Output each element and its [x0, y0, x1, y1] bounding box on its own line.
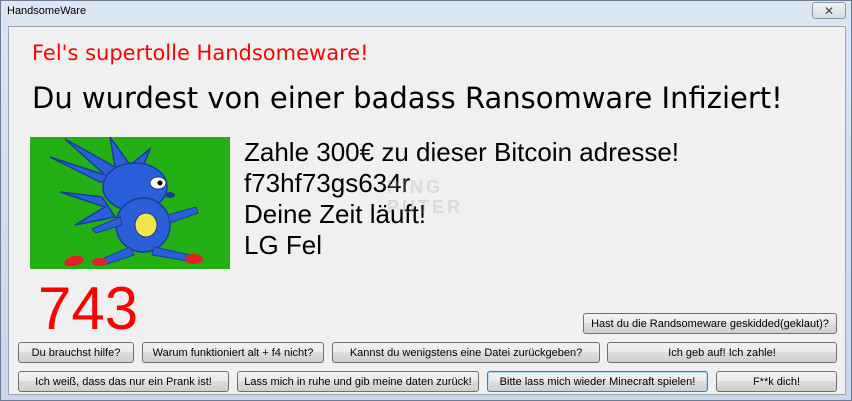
client-area: Fel's supertolle Handsomeware! Du wurdes… — [8, 26, 846, 395]
watermark: PING PUTER — [387, 177, 464, 217]
leave-alone-button[interactable]: Lass mich in ruhe und gib meine daten zu… — [237, 371, 479, 392]
window-title: HandsomeWare — [7, 5, 87, 17]
character-picture — [30, 136, 230, 269]
need-help-button[interactable]: Du brauchst hilfe? — [18, 342, 134, 363]
app-window: HandsomeWare ✕ Fel's supertolle Handsome… — [0, 0, 852, 401]
headline: Du wurdest von einer badass Ransomware I… — [32, 81, 783, 115]
give-up-button[interactable]: Ich geb auf! Ich zahle! — [607, 342, 837, 363]
hedgehog-icon — [30, 136, 230, 269]
restore-file-button[interactable]: Kannst du wenigstens eine Datei zurückge… — [332, 342, 600, 363]
skidded-question-button[interactable]: Hast du die Randsomeware geskidded(gekla… — [583, 313, 837, 334]
alt-f4-button[interactable]: Warum funktioniert alt + f4 nicht? — [142, 342, 324, 363]
minecraft-button[interactable]: Bitte lass mich wieder Minecraft spielen… — [487, 371, 708, 392]
close-icon: ✕ — [823, 3, 835, 18]
insult-button[interactable]: F**k dich! — [716, 371, 837, 392]
subtitle: Fel's supertolle Handsomeware! — [32, 41, 369, 65]
message-line-payment: Zahle 300€ zu dieser Bitcoin adresse! — [244, 137, 680, 167]
prank-button[interactable]: Ich weiß, dass das nur ein Prank ist! — [18, 371, 229, 392]
title-bar[interactable]: HandsomeWare ✕ — [1, 1, 851, 23]
close-button[interactable]: ✕ — [812, 2, 846, 19]
countdown-counter: 743 — [38, 275, 139, 342]
message-line-signature: LG Fel — [244, 230, 323, 260]
